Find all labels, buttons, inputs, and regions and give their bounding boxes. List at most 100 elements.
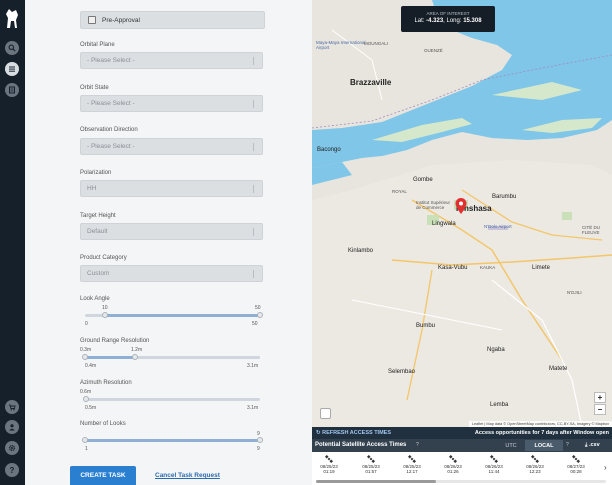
utc-toggle[interactable]: UTC <box>498 440 524 451</box>
csv-download-button[interactable]: ⤓ .csv <box>585 442 600 449</box>
access-time: 01:57 <box>365 469 377 474</box>
help-icon[interactable]: ? <box>416 442 419 448</box>
access-time: 12:23 <box>529 469 541 474</box>
azimuth-handle[interactable] <box>83 396 89 402</box>
map-label-gombe: Gombe <box>413 177 433 183</box>
look-angle-handle-high[interactable] <box>257 312 263 318</box>
product-category-value: Custom <box>87 270 110 277</box>
polarization-value: HH <box>87 185 97 192</box>
orbital-plane-label: Orbital Plane <box>80 42 115 48</box>
map-label-bacongo: Bacongo <box>317 147 341 153</box>
ground-range-handle-high[interactable] <box>132 354 138 360</box>
look-angle-handle-low[interactable] <box>102 312 108 318</box>
map-label-bumbu: Bumbu <box>416 323 436 329</box>
local-toggle[interactable]: LOCAL <box>525 440 563 451</box>
preapproval-checkbox[interactable]: Pre-Approval <box>80 11 265 29</box>
ground-range-label: Ground Range Resolution <box>80 338 150 344</box>
satellite-icon <box>572 455 580 463</box>
satellite-icon <box>367 455 375 463</box>
polarization-label: Polarization <box>80 170 112 176</box>
access-toolbar: ↻ REFRESH ACCESS TIMES Access opportunit… <box>312 427 612 439</box>
map-label-kinlambo: Kinlambo <box>348 248 374 254</box>
scrolled-hint: • <box>173 0 175 3</box>
zoom-in-button[interactable]: + <box>594 392 606 403</box>
select-divider <box>253 143 254 151</box>
map-label-limete: Limete <box>532 265 551 271</box>
looks-min: 1 <box>85 446 88 452</box>
satellite-icon <box>408 455 416 463</box>
looks-handle-low[interactable] <box>82 437 88 443</box>
help-icon[interactable]: ? <box>566 442 569 448</box>
map-label-kauka: KAUKA <box>480 265 496 270</box>
map-view[interactable]: Brazzaville Kinshasa Bacongo Gombe Barum… <box>312 0 612 427</box>
cancel-task-link[interactable]: Cancel Task Request <box>155 472 220 479</box>
search-icon[interactable] <box>5 41 19 55</box>
select-divider <box>253 185 254 193</box>
create-task-button[interactable]: CREATE TASK <box>70 466 136 485</box>
map-label-mayamaya: Maya-Maya International Airport <box>316 40 366 50</box>
help-icon[interactable]: ? <box>5 463 19 477</box>
look-angle-label: Look Angle <box>80 296 110 302</box>
access-time-item[interactable]: 08/26/23 11:44 <box>479 455 509 474</box>
user-icon[interactable] <box>5 420 19 434</box>
look-angle-min: 0 <box>85 321 88 327</box>
orbit-state-label: Orbit State <box>80 85 109 91</box>
looks-handle-high[interactable] <box>257 437 263 443</box>
observation-direction-select[interactable]: - Please Select - <box>80 138 263 155</box>
product-category-select[interactable]: Custom <box>80 265 263 282</box>
zoom-out-button[interactable]: − <box>594 404 606 415</box>
orbit-state-select[interactable]: - Please Select - <box>80 95 263 112</box>
access-time-item[interactable]: 08/25/23 01:57 <box>356 455 386 474</box>
orbit-state-value: - Please Select - <box>87 100 135 107</box>
satellite-icon <box>449 455 457 463</box>
map-label-ndjili: N'DJILI <box>567 290 582 295</box>
list-icon[interactable] <box>5 62 19 76</box>
refresh-access-times-button[interactable]: ↻ REFRESH ACCESS TIMES <box>316 430 391 436</box>
access-time-item[interactable]: 08/25/23 12:17 <box>397 455 427 474</box>
settings-icon[interactable] <box>5 441 19 455</box>
chevron-right-icon[interactable]: › <box>604 463 607 472</box>
aoi-long-label: , Long: <box>443 18 462 24</box>
target-height-value: Default <box>87 228 108 235</box>
look-angle-low-value: 10 <box>102 305 108 311</box>
product-category-label: Product Category <box>80 255 127 261</box>
scrollbar-thumb[interactable] <box>316 480 436 483</box>
access-title: Potential Satellite Access Times <box>315 442 407 448</box>
look-angle-max: 50 <box>252 321 258 327</box>
aoi-title: AREA OF INTEREST <box>426 11 470 16</box>
azimuth-label: Azimuth Resolution <box>80 380 132 386</box>
azimuth-max: 3.1m <box>247 405 259 411</box>
polarization-select[interactable]: HH <box>80 180 263 197</box>
task-form: • Pre-Approval Orbital Plane - Please Se… <box>25 0 312 485</box>
map-label-lingwala: Lingwala <box>432 221 456 227</box>
azimuth-track <box>85 398 260 401</box>
access-time-item[interactable]: 08/26/23 12:23 <box>520 455 550 474</box>
map-label-lemba: Lemba <box>490 402 509 408</box>
cart-icon[interactable] <box>5 400 19 414</box>
access-time-item[interactable]: 08/27/23 00:28 <box>561 455 591 474</box>
location-pin-icon[interactable] <box>455 198 467 214</box>
map-label-moungali: MOUNGALI <box>364 41 389 46</box>
access-times-panel: ↻ REFRESH ACCESS TIMES Access opportunit… <box>312 427 612 485</box>
ground-range-low-value: 0.3m <box>80 347 92 353</box>
access-header: Potential Satellite Access Times ? UTC L… <box>312 439 612 452</box>
ground-range-min: 0.4m <box>85 363 97 369</box>
select-divider <box>253 270 254 278</box>
satellite-icon <box>490 455 498 463</box>
ground-range-fill <box>85 356 135 359</box>
select-divider <box>253 100 254 108</box>
ground-range-handle-low[interactable] <box>82 354 88 360</box>
target-height-label: Target Height <box>80 213 116 219</box>
access-time-item[interactable]: 08/25/23 01:19 <box>314 455 344 474</box>
target-height-select[interactable]: Default <box>80 223 263 240</box>
orbital-plane-select[interactable]: - Please Select - <box>80 52 263 69</box>
looks-label: Number of Looks <box>80 421 126 427</box>
access-time: 11:44 <box>488 469 500 474</box>
look-angle-fill <box>105 314 260 317</box>
look-angle-high-value: 50 <box>255 305 261 311</box>
map-layers-icon[interactable] <box>320 408 331 419</box>
checkbox-box[interactable] <box>88 16 96 24</box>
layers-icon[interactable] <box>5 83 19 97</box>
access-time-item[interactable]: 08/26/23 01:26 <box>438 455 468 474</box>
horizontal-scrollbar[interactable] <box>316 480 606 483</box>
